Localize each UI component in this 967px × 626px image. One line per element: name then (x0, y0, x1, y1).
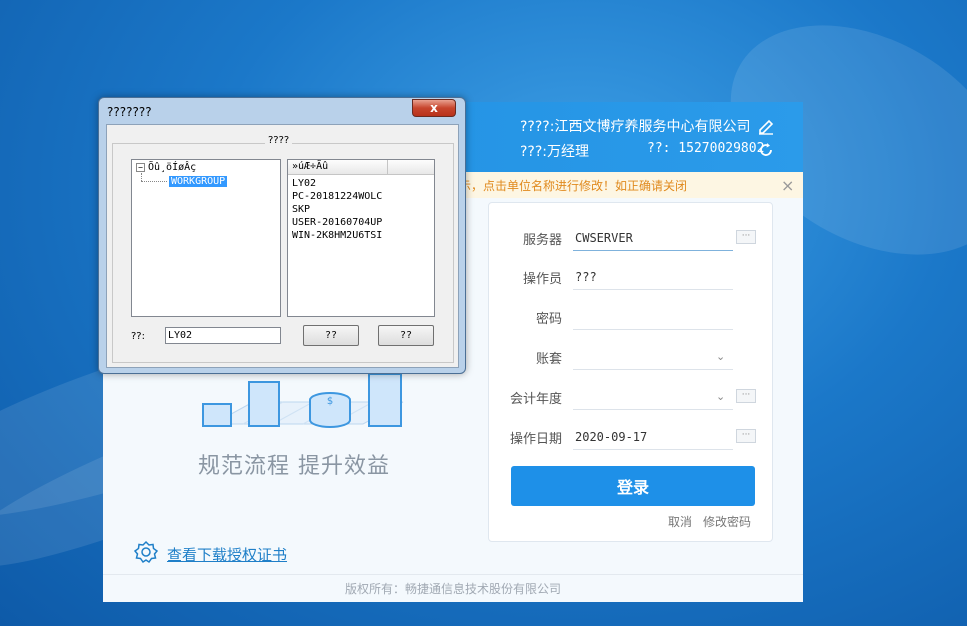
dialog-title: ??????? (107, 105, 152, 119)
computer-name-input[interactable] (165, 327, 281, 344)
cancel-button[interactable]: ?? (378, 325, 434, 346)
login-button[interactable]: 登录 (511, 466, 755, 506)
list-item[interactable]: WIN-2K8HM2U6TSI (292, 230, 382, 241)
dialog-close-button[interactable]: x (412, 99, 456, 117)
dialog-group-title: ???? (265, 135, 293, 146)
server-label: 服务器 (522, 233, 562, 248)
server-browse-button[interactable]: ··· (736, 230, 756, 244)
operator-row: 操作员 (489, 260, 774, 294)
account-row: 账套 ⌄ (489, 340, 774, 374)
password-row: 密码 (489, 300, 774, 334)
password-label: 密码 (535, 312, 562, 327)
tree-root-item[interactable]: − Õû¸öÍøÂç (136, 162, 196, 173)
chevron-down-icon[interactable]: ⌄ (716, 390, 725, 403)
account-select[interactable] (573, 344, 733, 370)
list-header[interactable]: »úÆ÷Ãû (288, 160, 388, 175)
operator-name: ???:万经理 (520, 144, 590, 160)
server-input[interactable] (573, 225, 733, 251)
phone-number: ??: 15270029802 (647, 141, 765, 156)
login-form: 服务器 ··· 操作员 密码 账套 ⌄ 会计年度 ⌄ ··· 操作日期 ··· (488, 202, 773, 542)
download-certificate-link[interactable]: 查看下载授权证书 (167, 544, 287, 565)
tree-item-workgroup[interactable]: WORKGROUP (169, 176, 228, 187)
dialog-body: ???? − Õû¸öÍøÂç WORKGROUP »úÆ÷Ãû LY02 PC-… (106, 124, 459, 368)
password-input[interactable] (573, 304, 733, 330)
badge-icon (133, 540, 159, 564)
fiscal-year-label: 会计年度 (509, 392, 562, 407)
op-date-row: 操作日期 ··· (489, 420, 774, 454)
list-item[interactable]: LY02 (292, 178, 316, 189)
pencil-icon[interactable] (757, 117, 775, 135)
slogan: 规范流程 提升效益 (198, 454, 390, 479)
operator-input[interactable] (573, 264, 733, 290)
server-row: 服务器 ··· (489, 221, 774, 255)
list-header-filler (388, 160, 434, 175)
computer-name-label: ??: (131, 331, 145, 342)
network-tree[interactable]: − Õû¸öÍøÂç WORKGROUP (131, 159, 281, 317)
tree-root-label: Õû¸öÍøÂç (148, 162, 197, 173)
operator-label: 操作员 (522, 272, 562, 287)
op-date-input[interactable] (573, 424, 733, 450)
collapse-icon[interactable]: − (136, 163, 145, 172)
list-item[interactable]: SKP (292, 204, 310, 215)
cancel-link[interactable]: 取消 (668, 513, 692, 530)
list-item[interactable]: PC-20181224WOLC (292, 191, 382, 202)
copyright: 版权所有：畅捷通信息技术股份有限公司 (344, 582, 561, 596)
refresh-icon[interactable] (757, 141, 775, 159)
change-password-link[interactable]: 修改密码 (703, 513, 751, 530)
fiscal-year-row: 会计年度 ⌄ ··· (489, 380, 774, 414)
close-icon[interactable]: × (781, 176, 794, 195)
svg-text:$: $ (327, 396, 333, 407)
account-label: 账套 (535, 352, 562, 367)
chevron-down-icon[interactable]: ⌄ (716, 350, 725, 363)
company-name[interactable]: ????:江西文博疗养服务中心有限公司 (520, 116, 750, 136)
network-browse-dialog: ??????? x ???? − Õû¸öÍøÂç WORKGROUP »úÆ÷Ã… (98, 97, 466, 374)
op-date-label: 操作日期 (509, 432, 562, 447)
computer-list[interactable]: »úÆ÷Ãû LY02 PC-20181224WOLC SKP USER-201… (287, 159, 435, 317)
list-item[interactable]: USER-20160704UP (292, 217, 382, 228)
fiscal-year-browse-button[interactable]: ··· (736, 389, 756, 403)
footer-divider (103, 574, 803, 575)
fiscal-year-select[interactable] (573, 384, 733, 410)
ok-button[interactable]: ?? (303, 325, 359, 346)
notice-text: 示，点击单位名称进行修改！如正确请关闭 (459, 179, 688, 193)
op-date-browse-button[interactable]: ··· (736, 429, 756, 443)
